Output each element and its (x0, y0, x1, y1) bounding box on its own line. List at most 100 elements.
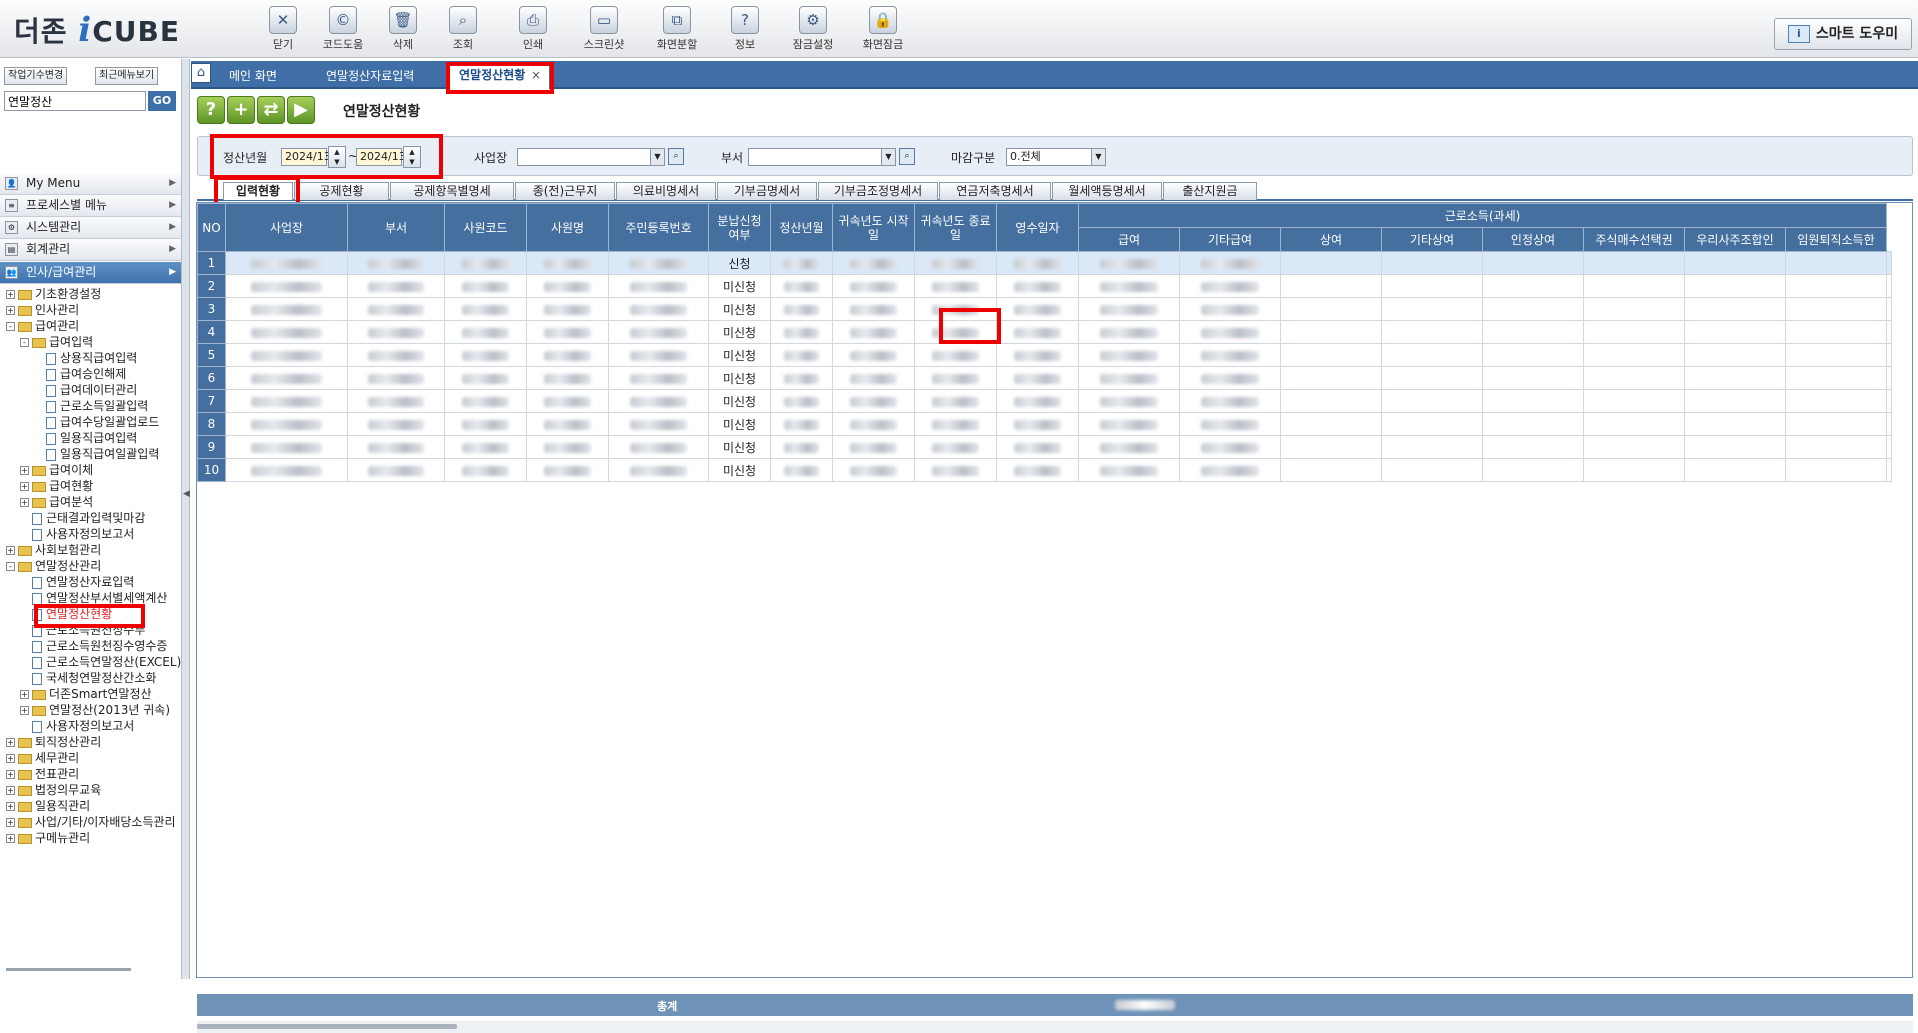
subtab-9[interactable]: 월세액등명세서 (1052, 182, 1162, 200)
status-cell[interactable]: 미신청 (708, 297, 771, 321)
collapse-icon[interactable]: - (20, 338, 29, 347)
status-cell[interactable]: 미신청 (708, 435, 771, 459)
tree-item[interactable]: + 구메뉴관리 (0, 830, 181, 846)
tree-item[interactable]: 근로소득연말정산(EXCEL) (0, 654, 181, 670)
expand-icon[interactable]: + (6, 802, 15, 811)
table-row[interactable]: 9 미신청 (197, 435, 1892, 459)
expand-icon[interactable]: + (6, 738, 15, 747)
menu-accounting[interactable]: ▤ 회계관리 ▶ (0, 239, 181, 261)
expand-icon[interactable]: + (6, 834, 15, 843)
status-cell[interactable]: 미신청 (708, 366, 771, 390)
status-cell[interactable]: 신청 (708, 251, 771, 275)
print-button[interactable]: ⎙ 인쇄 (498, 6, 568, 52)
status-cell[interactable]: 미신청 (708, 389, 771, 413)
expand-icon[interactable]: + (20, 706, 29, 715)
status-cell[interactable]: 미신청 (708, 343, 771, 367)
smart-helper-button[interactable]: i 스마트 도우미 (1774, 18, 1912, 50)
tree-item[interactable]: + 연말정산(2013년 귀속) (0, 702, 181, 718)
expand-icon[interactable]: + (6, 786, 15, 795)
dept-search-icon[interactable]: ⌕ (899, 148, 915, 165)
tree-item[interactable]: + 급여현황 (0, 478, 181, 494)
tree-item[interactable]: + 사업/기타/이자배당소득관리 (0, 814, 181, 830)
expand-icon[interactable]: + (6, 546, 15, 555)
tree-item[interactable]: + 더존Smart연말정산 (0, 686, 181, 702)
tree-item[interactable]: - 급여입력 (0, 334, 181, 350)
expand-icon[interactable]: + (20, 466, 29, 475)
run-icon[interactable]: ▶ (287, 96, 315, 124)
tree-item[interactable]: 근로소득원천징수영수증 (0, 638, 181, 654)
close-type-select[interactable]: 0.전체 ▼ (1006, 148, 1106, 166)
tree-item[interactable]: 상용직급여입력 (0, 350, 181, 366)
tree-item[interactable]: 급여승인해제 (0, 366, 181, 382)
subtab-3[interactable]: 공제항목별명세 (390, 182, 514, 200)
tree-item[interactable]: - 연말정산관리 (0, 558, 181, 574)
dept-select[interactable]: ▼ (748, 148, 896, 166)
expand-icon[interactable]: + (20, 482, 29, 491)
expand-icon[interactable]: + (6, 818, 15, 827)
expand-icon[interactable]: + (6, 754, 15, 763)
horizontal-scrollbar[interactable] (197, 1021, 1913, 1033)
change-period-button[interactable]: 작업기수변경 (4, 67, 68, 85)
status-cell[interactable]: 미신청 (708, 274, 771, 298)
tree-item[interactable]: + 전표관리 (0, 766, 181, 782)
recent-menu-button[interactable]: 최근메뉴보기 (95, 67, 159, 85)
screenshot-button[interactable]: ▭ 스크린샷 (569, 6, 639, 52)
subtab-4[interactable]: 종(전)근무지 (515, 182, 615, 200)
table-row[interactable]: 2 미신청 (197, 274, 1892, 298)
expand-icon[interactable]: + (20, 498, 29, 507)
expand-icon[interactable]: + (6, 290, 15, 299)
tree-item[interactable]: + 퇴직정산관리 (0, 734, 181, 750)
tree-item[interactable]: 국세청연말정산간소화 (0, 670, 181, 686)
status-cell[interactable]: 미신청 (708, 412, 771, 436)
tree-item[interactable]: + 인사관리 (0, 302, 181, 318)
status-cell[interactable]: 미신청 (708, 320, 771, 344)
search-go-button[interactable]: GO (148, 91, 176, 111)
subtab-10[interactable]: 출산지원금 (1163, 182, 1257, 200)
home-icon[interactable]: ⌂ (191, 63, 211, 83)
split-screen-button[interactable]: ⧉ 화면분할 (642, 6, 712, 52)
tree-item[interactable]: + 일용직관리 (0, 798, 181, 814)
add-icon[interactable]: + (227, 96, 255, 124)
menu-process[interactable]: ≡ 프로세스별 메뉴 ▶ (0, 195, 181, 217)
tree-item[interactable]: 근태결과입력및마감 (0, 510, 181, 526)
table-row[interactable]: 10 미신청 (197, 458, 1892, 482)
table-row[interactable]: 4 미신청 (197, 320, 1892, 344)
tab-main[interactable]: 메인 화면 (229, 67, 277, 84)
table-row[interactable]: 5 미신청 (197, 343, 1892, 367)
tree-item[interactable]: 근로소득일괄입력 (0, 398, 181, 414)
tree-item[interactable]: + 사회보험관리 (0, 542, 181, 558)
table-row[interactable]: 6 미신청 (197, 366, 1892, 390)
expand-icon[interactable]: + (20, 690, 29, 699)
search-button[interactable]: ⌕ 조회 (428, 6, 498, 52)
expand-icon[interactable]: + (6, 770, 15, 779)
expand-icon[interactable]: + (6, 306, 15, 315)
tree-item[interactable]: 사용자정의보고서 (0, 526, 181, 542)
tab-data-entry[interactable]: 연말정산자료입력 (326, 67, 414, 84)
table-row[interactable]: 3 미신청 (197, 297, 1892, 321)
table-row[interactable]: 8 미신청 (197, 412, 1892, 436)
lock-settings-button[interactable]: ⚙ 잠금설정 (778, 6, 848, 52)
subtab-2[interactable]: 공제현황 (294, 182, 389, 200)
tree-item[interactable]: + 세무관리 (0, 750, 181, 766)
table-row[interactable]: 1 신청 (197, 251, 1892, 275)
tree-item[interactable]: 급여데이터관리 (0, 382, 181, 398)
site-select[interactable]: ▼ (517, 148, 665, 166)
menu-hr[interactable]: 👥 인사/급여관리 ▶ (0, 262, 181, 284)
screen-lock-button[interactable]: 🔒 화면잠금 (848, 6, 918, 52)
tree-item[interactable]: 일용직급여일괄입력 (0, 446, 181, 462)
subtab-7[interactable]: 기부금조정명세서 (818, 182, 938, 200)
info-button[interactable]: ? 정보 (710, 6, 780, 52)
sidebar-splitter[interactable]: ◀ (182, 59, 190, 979)
tree-item[interactable]: + 급여이체 (0, 462, 181, 478)
site-search-icon[interactable]: ⌕ (668, 148, 684, 165)
subtab-5[interactable]: 의료비명세서 (616, 182, 716, 200)
tree-item[interactable]: - 급여관리 (0, 318, 181, 334)
refresh-icon[interactable]: ⇄ (257, 96, 285, 124)
tree-item[interactable]: 일용직급여입력 (0, 430, 181, 446)
menu-user[interactable]: 👤 My Menu ▶ (0, 173, 181, 195)
tree-item[interactable]: + 기초환경설정 (0, 286, 181, 302)
table-row[interactable]: 7 미신청 (197, 389, 1892, 413)
tree-item[interactable]: + 급여분석 (0, 494, 181, 510)
tree-item[interactable]: 연말정산자료입력 (0, 574, 181, 590)
subtab-6[interactable]: 기부금명세서 (717, 182, 817, 200)
